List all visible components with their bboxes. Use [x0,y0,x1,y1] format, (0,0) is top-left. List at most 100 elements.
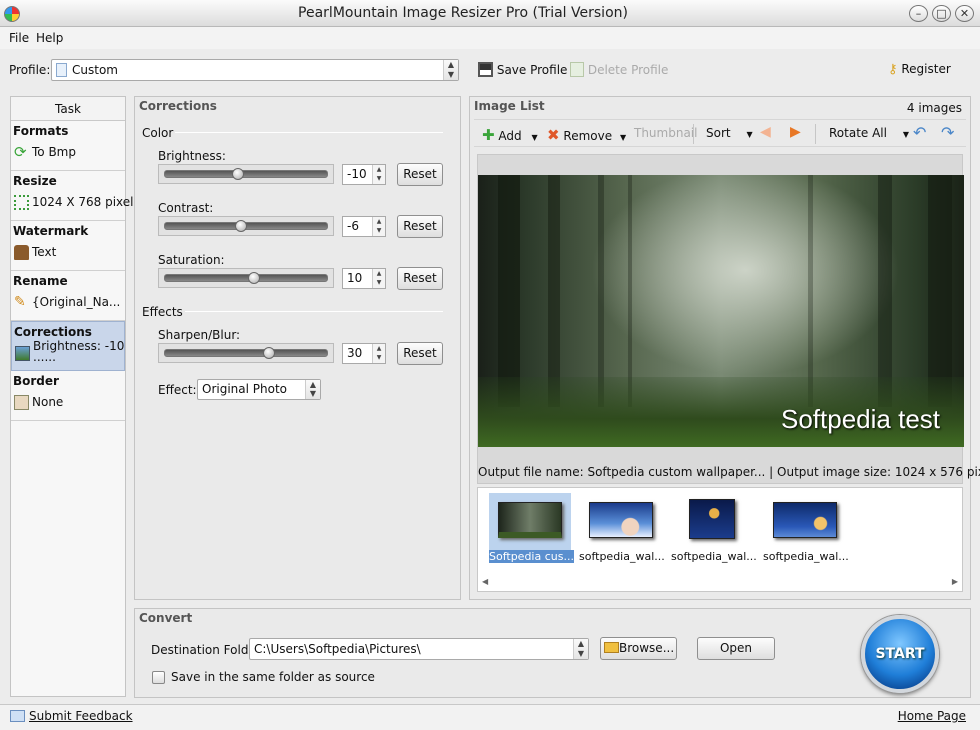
task-title: Watermark [13,224,89,238]
slider-thumb[interactable] [235,220,248,232]
spin-arrows-icon[interactable]: ▲ ▼ [372,165,385,184]
delete-profile-icon [570,62,584,77]
menu-help[interactable]: Help [36,31,63,45]
start-button[interactable]: START [861,615,939,693]
profile-select[interactable]: Custom ▲ ▼ [51,59,459,81]
same-folder-checkbox[interactable] [152,671,165,684]
dropdown-arrow-icon: ▼ [619,133,627,142]
task-title: Rename [13,274,68,288]
contrast-spinbox[interactable]: -6 ▲ ▼ [342,216,386,237]
thumbnail-button[interactable]: Thumbnail [634,126,697,140]
saturation-spinbox[interactable]: 10 ▲ ▼ [342,268,386,289]
thumbnail-image [773,502,837,538]
slider-thumb[interactable] [262,347,275,359]
rotate-left-icon[interactable]: ↶ [913,123,926,142]
menu-file[interactable]: File [9,31,29,45]
tree-trunk [878,175,892,407]
scroll-right-icon[interactable]: ▶ [952,577,958,586]
browse-button[interactable]: Browse... [600,637,677,660]
maximize-button[interactable]: □ [932,5,951,22]
brightness-reset-button[interactable]: Reset [397,163,443,186]
move-right-arrow-icon[interactable]: ▶ [790,124,801,140]
home-page-link[interactable]: Home Page [898,709,966,723]
chevron-updown-icon: ▲ ▼ [573,639,588,659]
tree-trunk [628,175,632,407]
profile-bar: Profile: Custom ▲ ▼ Save Profile Delete P… [0,51,980,91]
adjust-image-icon [15,346,30,361]
key-icon: ⚷ [888,62,898,77]
open-button[interactable]: Open [697,637,775,660]
slider-track [164,274,328,282]
delete-profile-button[interactable]: Delete Profile [570,62,668,77]
task-value: Text [32,245,57,259]
submit-feedback-link[interactable]: Submit Feedback [29,709,133,723]
thumbnail-item[interactable]: softpedia_wal... [763,493,849,563]
thumbnail-item[interactable]: Softpedia cus... [489,493,574,563]
slider-thumb[interactable] [247,272,260,284]
profile-value: Custom [72,63,118,77]
rotate-all-label: Rotate All [829,126,887,140]
thumbnail-item[interactable]: softpedia_wal... [671,493,757,563]
register-label: Register [901,62,951,76]
register-button[interactable]: ⚷ Register [888,62,951,77]
add-label: Add [498,129,522,143]
folder-icon [604,642,619,653]
spin-arrows-icon[interactable]: ▲ ▼ [372,217,385,236]
slider-track [164,170,328,178]
move-left-arrow-icon[interactable]: ◀ [760,124,771,140]
destination-folder-select[interactable]: C:\Users\Softpedia\Pictures\ ▲ ▼ [249,638,589,660]
toolbar-separator [693,124,694,144]
rotate-all-button[interactable]: Rotate All ▼ [829,126,909,140]
task-title: Corrections [14,325,92,339]
effect-value: Original Photo [202,382,288,396]
sort-button[interactable]: Sort ▼ [706,126,753,140]
menu-bar: File Help [0,27,980,49]
minimize-button[interactable]: – [909,5,928,22]
status-bar: Submit Feedback Home Page [0,704,980,730]
task-corrections[interactable]: Corrections Brightness: -10 ...... [11,321,125,371]
sharpen-slider[interactable] [158,343,334,363]
task-resize[interactable]: Resize 1024 X 768 pixel [11,171,134,221]
effects-section-label: Effects [142,305,183,319]
contrast-reset-button[interactable]: Reset [397,215,443,238]
saturation-reset-button[interactable]: Reset [397,267,443,290]
thumbnail-label: softpedia_wal... [671,550,757,563]
image-list-panel: Image List 4 images ✚ Add ▼ ✖ Remove ▼ T… [469,96,980,600]
task-title: Resize [13,174,57,188]
spin-arrows-icon[interactable]: ▲ ▼ [372,269,385,288]
saturation-slider[interactable] [158,268,334,288]
pencil-icon: ✎ [14,294,26,310]
save-profile-button[interactable]: Save Profile [478,62,567,77]
task-watermark[interactable]: Watermark Text [11,221,125,271]
task-value: 1024 X 768 pixel [32,195,134,209]
brightness-spinbox[interactable]: -10 ▲ ▼ [342,164,386,185]
slider-thumb[interactable] [232,168,245,180]
browse-label: Browse... [619,641,675,655]
scroll-left-icon[interactable]: ◀ [482,577,488,586]
add-button[interactable]: ✚ Add ▼ [482,126,538,144]
horizontal-scrollbar[interactable]: ◀ ▶ [480,575,960,589]
spin-arrows-icon[interactable]: ▲ ▼ [372,344,385,363]
saturation-label: Saturation: [158,253,225,267]
sharpen-reset-button[interactable]: Reset [397,342,443,365]
destination-value: C:\Users\Softpedia\Pictures\ [254,642,421,656]
effect-select[interactable]: Original Photo ▲ ▼ [197,379,321,400]
delete-profile-label: Delete Profile [587,63,669,77]
brightness-slider[interactable] [158,164,334,184]
close-button[interactable]: ✕ [955,5,974,22]
task-rename[interactable]: Rename ✎ {Original_Na... [11,271,125,321]
feedback-icon [10,710,25,722]
task-value: {Original_Na... [32,295,121,309]
sharpen-spinbox[interactable]: 30 ▲ ▼ [342,343,386,364]
rotate-right-icon[interactable]: ↷ [941,123,954,142]
remove-button[interactable]: ✖ Remove ▼ [547,126,626,144]
task-border[interactable]: Border None [11,371,125,421]
convert-arrows-icon: ⟳ [14,143,27,161]
sharpen-value: 30 [347,346,363,360]
thumbnail-label: softpedia_wal... [763,550,849,563]
thumbnail-item[interactable]: softpedia_wal... [579,493,665,563]
remove-label: Remove [563,129,613,143]
task-formats[interactable]: Formats ⟳ To Bmp [11,121,125,171]
thumbnail-image [689,499,735,539]
contrast-slider[interactable] [158,216,334,236]
